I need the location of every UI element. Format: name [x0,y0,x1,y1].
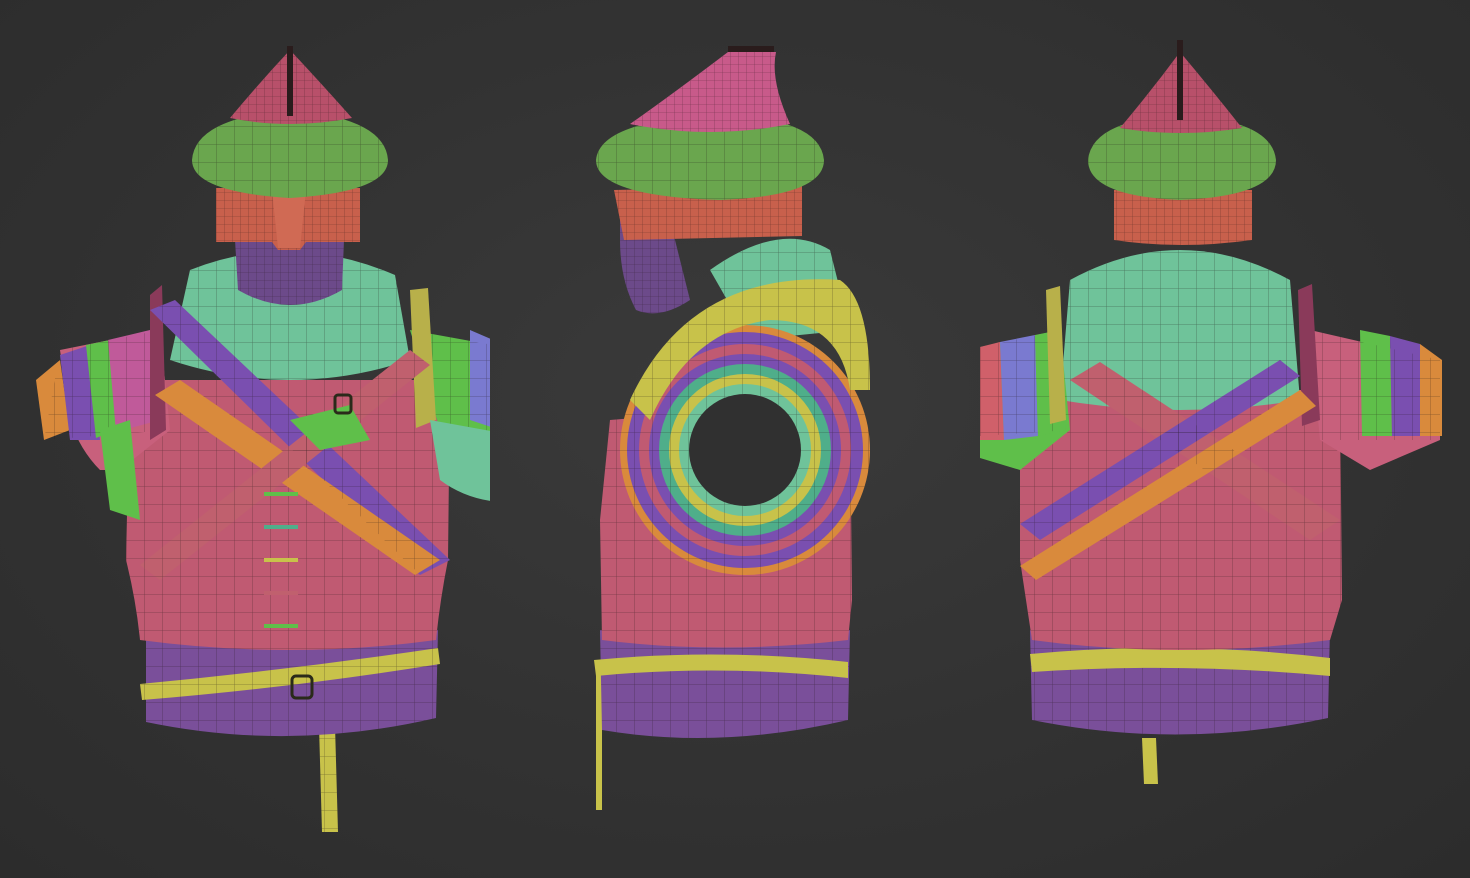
sleeve-opening [689,394,801,506]
front-view-model [0,0,490,878]
back-view-model [980,0,1470,878]
side-view-model [490,0,980,878]
zbrush-viewport[interactable] [0,0,1470,878]
